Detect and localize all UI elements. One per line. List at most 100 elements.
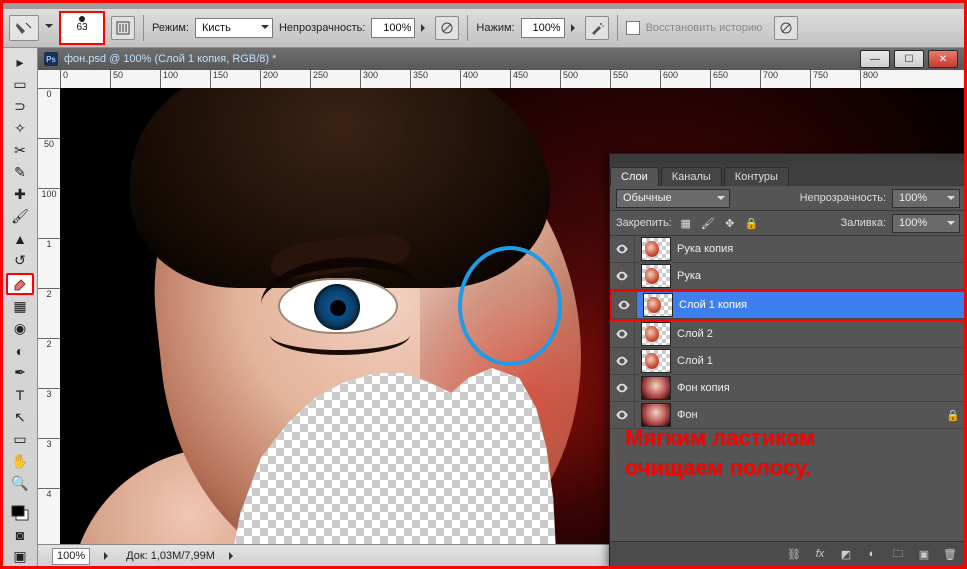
link-layers-icon[interactable]: ⛓ bbox=[786, 546, 802, 562]
tool-path[interactable]: ↖ bbox=[7, 407, 33, 427]
flow-input[interactable]: 100% bbox=[521, 18, 565, 38]
layer-thumbnail[interactable] bbox=[643, 293, 673, 317]
tool-lasso[interactable]: ⊃ bbox=[7, 96, 33, 116]
tab-paths[interactable]: Контуры bbox=[724, 167, 789, 186]
document-titlebar[interactable]: Ps фон.psd @ 100% (Слой 1 копия, RGB/8) … bbox=[38, 48, 964, 70]
annotation-text: Мягким ластиком очищаем полосу. bbox=[625, 423, 945, 482]
mode-dropdown[interactable]: Кисть bbox=[195, 18, 273, 38]
layer-thumbnail[interactable] bbox=[641, 376, 671, 400]
lock-move-icon[interactable]: ✥ bbox=[722, 215, 738, 231]
group-icon[interactable]: 🗀 bbox=[890, 546, 906, 562]
airbrush-toggle[interactable] bbox=[585, 16, 609, 40]
arrow-icon[interactable] bbox=[104, 552, 112, 560]
mask-icon[interactable]: ◩ bbox=[838, 546, 854, 562]
tool-marquee[interactable]: ▭ bbox=[7, 74, 33, 94]
ruler-tick: 100 bbox=[38, 188, 60, 199]
layer-thumbnail[interactable] bbox=[641, 264, 671, 288]
layer-row[interactable]: Слой 2 bbox=[610, 321, 966, 348]
visibility-eye-icon[interactable] bbox=[610, 263, 635, 289]
brush-size-value: 63 bbox=[76, 22, 87, 33]
tool-hand[interactable]: ✋ bbox=[7, 451, 33, 471]
lock-all-icon[interactable]: 🔒 bbox=[744, 215, 760, 231]
tool-eyedropper[interactable]: ✎ bbox=[7, 162, 33, 182]
tool-pen[interactable]: ✒ bbox=[7, 363, 33, 383]
lock-pixel-icon[interactable]: 🖌 bbox=[700, 215, 716, 231]
slider-icon[interactable] bbox=[421, 24, 429, 32]
doc-info: Док: 1,03M/7,99M bbox=[126, 550, 215, 562]
layer-row[interactable]: Рука bbox=[610, 263, 966, 290]
tool-dodge[interactable]: ◐ bbox=[7, 341, 33, 361]
blend-mode-value: Обычные bbox=[623, 192, 672, 204]
screenmode-toggle[interactable]: ▣ bbox=[7, 547, 33, 567]
tool-shape[interactable]: ▭ bbox=[7, 429, 33, 449]
new-layer-icon[interactable]: ▣ bbox=[916, 546, 932, 562]
layer-thumbnail[interactable] bbox=[641, 349, 671, 373]
tablet-opacity-toggle[interactable] bbox=[435, 16, 459, 40]
fill-input[interactable]: 100% bbox=[892, 214, 960, 233]
layer-thumbnail[interactable] bbox=[641, 237, 671, 261]
ruler-tick: 350 bbox=[410, 70, 428, 88]
ruler-tick: 500 bbox=[560, 70, 578, 88]
tool-gradient[interactable]: ▦ bbox=[7, 297, 33, 317]
lock-trans-icon[interactable]: ▦ bbox=[678, 215, 694, 231]
flow-value: 100% bbox=[532, 22, 560, 34]
tool-eraser[interactable] bbox=[6, 273, 34, 295]
visibility-eye-icon[interactable] bbox=[612, 292, 637, 318]
fx-icon[interactable]: fx bbox=[812, 546, 828, 562]
zoom-field[interactable]: 100% bbox=[52, 548, 90, 565]
tool-wand[interactable]: ✧ bbox=[7, 118, 33, 138]
tool-zoom[interactable]: 🔍 bbox=[7, 473, 33, 493]
tool-history-brush[interactable]: ↺ bbox=[7, 251, 33, 271]
visibility-eye-icon[interactable] bbox=[610, 321, 635, 347]
ruler-vertical[interactable]: 050100122334 bbox=[38, 88, 61, 545]
ruler-tick: 250 bbox=[310, 70, 328, 88]
layer-row[interactable]: Слой 1 bbox=[610, 348, 966, 375]
brush-panel-toggle[interactable] bbox=[111, 16, 135, 40]
tablet-size-toggle[interactable] bbox=[774, 16, 798, 40]
layer-row[interactable]: Слой 1 копия bbox=[612, 292, 964, 319]
window-maximize-button[interactable]: ☐ bbox=[894, 50, 924, 68]
layer-list: Рука копияРукаСлой 1 копияСлой 2Слой 1Фо… bbox=[610, 236, 966, 541]
tool-blur[interactable]: ◉ bbox=[7, 319, 33, 339]
tool-move[interactable]: ▸ bbox=[7, 52, 33, 72]
ruler-tick: 50 bbox=[38, 138, 60, 149]
blend-mode-dropdown[interactable]: Обычные bbox=[616, 189, 730, 208]
tool-stamp[interactable]: ▲ bbox=[7, 229, 33, 249]
tool-crop[interactable]: ✂ bbox=[7, 140, 33, 160]
ruler-tick: 600 bbox=[660, 70, 678, 88]
layer-row[interactable]: Фон копия bbox=[610, 375, 966, 402]
fg-bg-swatch[interactable] bbox=[7, 503, 33, 523]
tool-type[interactable]: T bbox=[7, 385, 33, 405]
layer-thumbnail[interactable] bbox=[641, 322, 671, 346]
trash-icon[interactable]: 🗑 bbox=[942, 546, 958, 562]
adjustment-icon[interactable]: ◐ bbox=[864, 546, 880, 562]
slider-icon[interactable] bbox=[571, 24, 579, 32]
ruler-tick: 1 bbox=[38, 238, 60, 249]
tool-preset-picker[interactable] bbox=[9, 15, 39, 41]
arrow-icon[interactable] bbox=[229, 552, 237, 560]
panel-grip[interactable] bbox=[610, 154, 966, 164]
dropdown-icon[interactable] bbox=[45, 24, 53, 32]
visibility-eye-icon[interactable] bbox=[610, 375, 635, 401]
layer-row[interactable]: Рука копия bbox=[610, 236, 966, 263]
panel-tabs: Слои Каналы Контуры bbox=[610, 164, 966, 186]
window-minimize-button[interactable]: — bbox=[860, 50, 890, 68]
window-close-button[interactable]: ✕ bbox=[928, 50, 958, 68]
quickmask-toggle[interactable]: ◙ bbox=[7, 525, 33, 545]
ruler-horizontal[interactable]: 0501001502002503003504004505005506006507… bbox=[60, 70, 964, 89]
restore-history-checkbox[interactable] bbox=[626, 21, 640, 35]
ruler-tick: 550 bbox=[610, 70, 628, 88]
opacity-input[interactable]: 100% bbox=[371, 18, 415, 38]
tab-channels[interactable]: Каналы bbox=[661, 167, 722, 186]
visibility-eye-icon[interactable] bbox=[610, 236, 635, 262]
tool-heal[interactable]: ✚ bbox=[7, 184, 33, 204]
visibility-eye-icon[interactable] bbox=[610, 348, 635, 374]
tab-layers[interactable]: Слои bbox=[610, 167, 659, 186]
ruler-tick: 650 bbox=[710, 70, 728, 88]
mode-value: Кисть bbox=[202, 22, 231, 34]
brush-size-picker[interactable]: 63 bbox=[59, 11, 105, 45]
tools-panel: ▸ ▭ ⊃ ✧ ✂ ✎ ✚ 🖌 ▲ ↺ ▦ ◉ ◐ ✒ T ↖ ▭ ✋ 🔍 bbox=[3, 48, 38, 567]
tool-brush[interactable]: 🖌 bbox=[7, 206, 33, 226]
layer-opacity-input[interactable]: 100% bbox=[892, 189, 960, 208]
separator bbox=[143, 15, 144, 41]
